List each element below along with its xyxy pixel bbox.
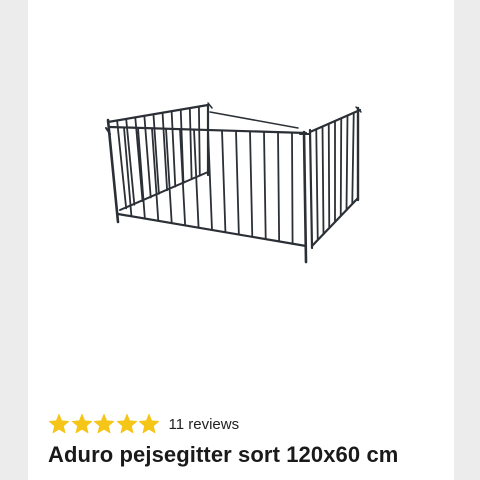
- product-title: Aduro pejsegitter sort 120x60 cm: [48, 442, 399, 467]
- star-rating: [48, 413, 161, 435]
- star-filled-icon: [93, 413, 115, 434]
- page: 11 reviews Aduro pejsegitter sort 120x60…: [0, 0, 480, 480]
- fireplace-guard-image: [105, 102, 362, 264]
- star-filled-icon: [48, 413, 70, 434]
- rating-row[interactable]: 11 reviews: [48, 410, 239, 438]
- product-image[interactable]: [28, 0, 454, 400]
- review-count[interactable]: 11 reviews: [169, 416, 240, 433]
- product-card[interactable]: 11 reviews Aduro pejsegitter sort 120x60…: [28, 0, 454, 480]
- star-filled-icon: [116, 413, 137, 434]
- star-filled-icon: [138, 413, 160, 434]
- star-filled-icon: [71, 413, 92, 434]
